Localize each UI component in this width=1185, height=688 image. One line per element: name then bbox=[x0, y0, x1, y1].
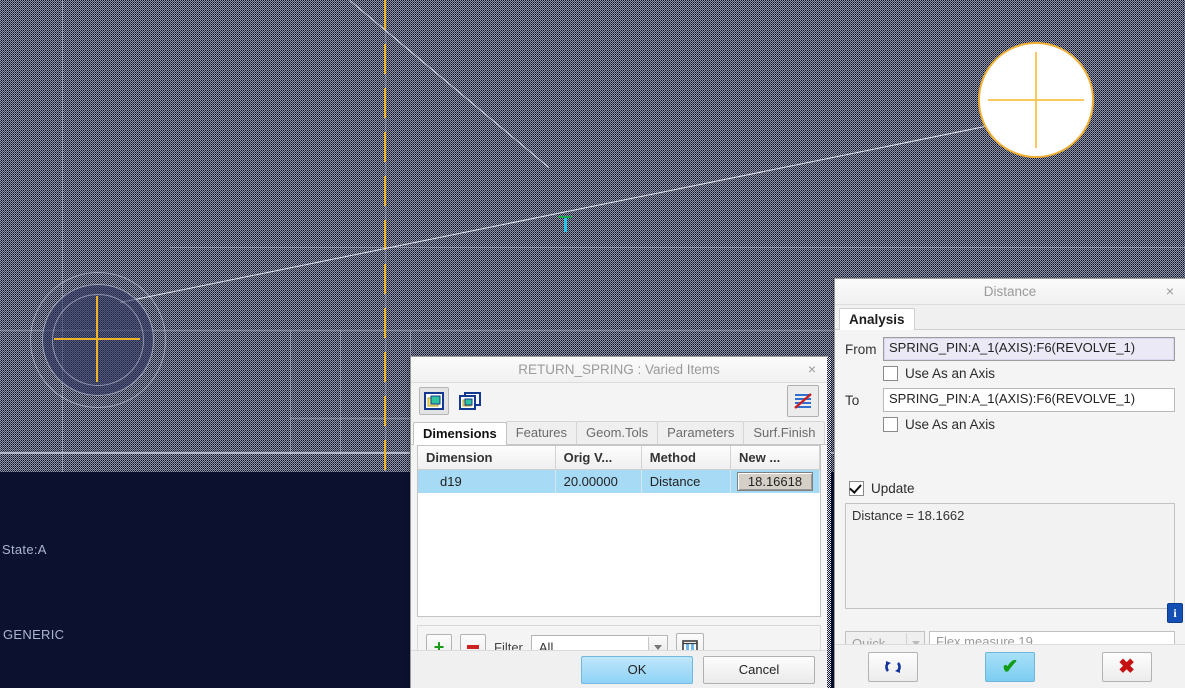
distance-title: Distance bbox=[983, 284, 1037, 299]
table-header-row: Dimension Orig V... Method New ... bbox=[418, 446, 820, 470]
from-label: From bbox=[845, 341, 877, 357]
new-value-input[interactable]: 18.16618 bbox=[737, 472, 813, 491]
ok-button[interactable]: OK bbox=[581, 656, 693, 684]
column-header-orig-value[interactable]: Orig V... bbox=[555, 446, 642, 470]
geometry-edge bbox=[340, 330, 341, 455]
from-row: From SPRING_PIN:A_1(AXIS):F6(REVOLVE_1) bbox=[845, 337, 1175, 361]
cancel-button[interactable]: Cancel bbox=[703, 656, 815, 684]
dimensions-grid[interactable]: Dimension Orig V... Method New ... d19 2… bbox=[417, 445, 821, 617]
cascade-windows-icon[interactable] bbox=[455, 387, 485, 415]
geometry-edge bbox=[290, 330, 291, 455]
varied-items-footer: OK Cancel bbox=[411, 650, 827, 688]
geometry-edge bbox=[290, 418, 410, 419]
accept-button[interactable]: ✔ bbox=[984, 652, 1035, 682]
application-window: State:A GENERIC RETURN_SPRING : Varied I… bbox=[0, 0, 1185, 688]
single-window-glyph bbox=[424, 392, 444, 410]
distance-tabs: Analysis bbox=[835, 305, 1185, 330]
to-input[interactable]: SPRING_PIN:A_1(AXIS):F6(REVOLVE_1) bbox=[883, 388, 1175, 412]
varied-items-toolbar bbox=[411, 383, 827, 419]
table-row[interactable]: d19 20.00000 Distance 18.16618 bbox=[418, 469, 820, 493]
distance-body: From SPRING_PIN:A_1(AXIS):F6(REVOLVE_1) … bbox=[835, 337, 1185, 655]
tab-features[interactable]: Features bbox=[505, 421, 577, 444]
status-state: State:A bbox=[2, 542, 47, 557]
result-panel: Distance = 18.1662 bbox=[845, 503, 1175, 609]
varied-items-title: RETURN_SPRING : Varied Items bbox=[518, 362, 720, 377]
update-checkbox[interactable] bbox=[849, 481, 864, 496]
cascade-windows-glyph bbox=[459, 392, 481, 410]
refresh-glyph bbox=[885, 661, 902, 673]
distance-titlebar[interactable]: Distance × bbox=[835, 279, 1185, 305]
from-axis-label: Use As an Axis bbox=[905, 366, 996, 381]
close-icon[interactable]: × bbox=[1162, 279, 1178, 304]
dimensions-table: Dimension Orig V... Method New ... d19 2… bbox=[418, 446, 820, 493]
column-header-dimension[interactable]: Dimension bbox=[418, 446, 556, 470]
column-header-method[interactable]: Method bbox=[641, 446, 732, 470]
cell-dimension: d19 bbox=[418, 469, 556, 493]
varied-items-dialog[interactable]: RETURN_SPRING : Varied Items × Dimension… bbox=[410, 356, 831, 688]
distance-footer: ✔ ✖ bbox=[835, 644, 1185, 688]
cell-method: Distance bbox=[641, 469, 732, 493]
update-label: Update bbox=[871, 481, 915, 496]
info-icon[interactable]: i bbox=[1167, 603, 1183, 623]
varied-items-tabs: Dimensions Features Geom.Tols Parameters… bbox=[411, 419, 827, 445]
close-icon[interactable]: × bbox=[804, 357, 820, 382]
distance-dialog[interactable]: Distance × Analysis From SPRING_PIN:A_1(… bbox=[834, 278, 1185, 688]
tab-parameters[interactable]: Parameters bbox=[657, 421, 745, 444]
cell-orig-value: 20.00000 bbox=[555, 469, 642, 493]
check-icon: ✔ bbox=[1001, 656, 1019, 678]
cell-new-value[interactable]: 18.16618 bbox=[730, 469, 820, 493]
to-axis-label: Use As an Axis bbox=[905, 417, 996, 432]
geometry-edge bbox=[170, 247, 1185, 248]
from-axis-checkbox-row[interactable]: Use As an Axis bbox=[883, 366, 1175, 381]
tab-dimensions[interactable]: Dimensions bbox=[413, 422, 507, 445]
clear-all-icon[interactable] bbox=[787, 385, 819, 417]
close-x-icon: ✖ bbox=[1118, 656, 1136, 678]
column-header-new-value[interactable]: New ... bbox=[730, 446, 820, 470]
varied-items-titlebar[interactable]: RETURN_SPRING : Varied Items × bbox=[411, 357, 827, 383]
from-axis-checkbox[interactable] bbox=[883, 366, 898, 381]
datum-inner-circle bbox=[52, 294, 144, 386]
info-row: i bbox=[845, 603, 1183, 627]
tab-analysis[interactable]: Analysis bbox=[839, 308, 915, 330]
tab-geom-tols[interactable]: Geom.Tols bbox=[576, 421, 659, 444]
cancel-button[interactable]: ✖ bbox=[1101, 652, 1152, 682]
clear-all-glyph bbox=[794, 393, 812, 409]
datum-axis-circle-icon bbox=[978, 42, 1094, 158]
minus-glyph bbox=[467, 645, 479, 649]
to-label: To bbox=[845, 392, 860, 408]
selection-marker bbox=[558, 216, 572, 218]
tab-surf-finish[interactable]: Surf.Finish bbox=[743, 421, 826, 444]
to-axis-checkbox[interactable] bbox=[883, 417, 898, 432]
crosshair-horizontal bbox=[988, 99, 1084, 101]
result-text: Distance = 18.1662 bbox=[852, 508, 965, 523]
crosshair-horizontal bbox=[54, 338, 140, 340]
gold-centerline bbox=[384, 0, 386, 472]
to-axis-checkbox-row[interactable]: Use As an Axis bbox=[883, 417, 1175, 432]
from-input[interactable]: SPRING_PIN:A_1(AXIS):F6(REVOLVE_1) bbox=[883, 337, 1175, 361]
update-checkbox-row[interactable]: Update bbox=[849, 481, 1175, 496]
to-row: To SPRING_PIN:A_1(AXIS):F6(REVOLVE_1) bbox=[845, 388, 1175, 412]
refresh-icon[interactable] bbox=[868, 652, 919, 682]
status-model-name: GENERIC bbox=[3, 627, 65, 642]
selection-marker bbox=[564, 218, 567, 232]
geometry-axis-line bbox=[62, 0, 63, 472]
dialog-edge-dither bbox=[827, 357, 831, 688]
single-window-icon[interactable] bbox=[419, 387, 449, 415]
